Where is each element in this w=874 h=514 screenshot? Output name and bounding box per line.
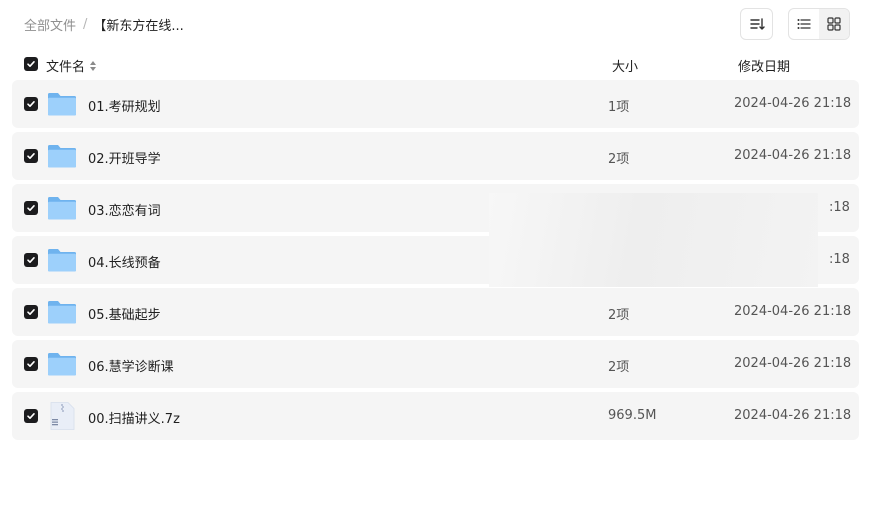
sort-arrows-icon <box>90 60 97 71</box>
breadcrumb-separator: / <box>83 17 88 32</box>
check-icon <box>27 309 35 315</box>
modified-column-header[interactable]: 修改日期 <box>738 56 790 75</box>
file-modified-date: 2024-04-26 21:18 <box>734 148 852 163</box>
file-name[interactable]: 00.扫描讲义.7z <box>88 408 180 427</box>
file-size: 2项 <box>608 308 630 323</box>
sort-button[interactable] <box>740 8 773 40</box>
list-view-icon <box>797 19 811 29</box>
row-checkbox[interactable] <box>24 149 38 163</box>
file-name[interactable]: 02.开班导学 <box>88 148 161 167</box>
view-toggle <box>788 8 850 40</box>
check-icon <box>27 61 35 67</box>
file-modified-date: 2024-04-26 21:18 <box>734 408 852 423</box>
check-icon <box>27 153 35 159</box>
list-view-button[interactable] <box>789 9 819 39</box>
archive-file-icon <box>47 401 77 431</box>
file-size: 2项 <box>608 152 630 167</box>
size-column-header[interactable]: 大小 <box>612 56 638 75</box>
file-modified-date: :18 <box>829 252 850 267</box>
folder-icon <box>47 349 77 379</box>
file-modified-date: 2024-04-26 21:18 <box>734 304 852 319</box>
file-row[interactable]: 01.考研规划 1项 2024-04-26 21:18 <box>12 80 859 128</box>
check-icon <box>27 101 35 107</box>
folder-icon <box>47 141 77 171</box>
file-modified-date: 2024-04-26 21:18 <box>734 356 852 371</box>
file-name[interactable]: 03.恋恋有词 <box>88 200 161 219</box>
select-all-checkbox[interactable] <box>24 57 38 71</box>
breadcrumb-root-link[interactable]: 全部文件 <box>24 15 76 34</box>
breadcrumb: 全部文件 / 【新东方在线... <box>24 15 184 34</box>
file-size: 1项 <box>608 100 630 115</box>
top-bar: 全部文件 / 【新东方在线... <box>0 0 874 48</box>
grid-view-button[interactable] <box>819 9 849 39</box>
row-checkbox[interactable] <box>24 201 38 215</box>
folder-icon <box>47 193 77 223</box>
file-row[interactable]: 05.基础起步 2项 2024-04-26 21:18 <box>12 288 859 336</box>
name-column-header[interactable]: 文件名 <box>46 56 97 75</box>
loading-overlay <box>489 193 818 287</box>
file-name[interactable]: 01.考研规划 <box>88 96 161 115</box>
name-column-label: 文件名 <box>46 60 86 75</box>
file-modified-date: 2024-04-26 21:18 <box>734 96 852 111</box>
check-icon <box>27 205 35 211</box>
check-icon <box>27 361 35 367</box>
check-icon <box>27 257 35 263</box>
file-row[interactable]: 02.开班导学 2项 2024-04-26 21:18 <box>12 132 859 180</box>
sort-list-icon <box>749 18 765 30</box>
row-checkbox[interactable] <box>24 305 38 319</box>
file-row[interactable]: 00.扫描讲义.7z 969.5M 2024-04-26 21:18 <box>12 392 859 440</box>
folder-icon <box>47 297 77 327</box>
file-size: 969.5M <box>608 408 657 423</box>
row-checkbox[interactable] <box>24 357 38 371</box>
row-checkbox[interactable] <box>24 97 38 111</box>
folder-icon <box>47 89 77 119</box>
file-name[interactable]: 05.基础起步 <box>88 304 161 323</box>
breadcrumb-current: 【新东方在线... <box>93 19 184 34</box>
folder-icon <box>47 245 77 275</box>
file-name[interactable]: 04.长线预备 <box>88 252 161 271</box>
file-modified-date: :18 <box>829 200 850 215</box>
grid-view-icon <box>827 17 841 31</box>
file-size: 2项 <box>608 360 630 375</box>
check-icon <box>27 413 35 419</box>
row-checkbox[interactable] <box>24 409 38 423</box>
file-row[interactable]: 06.慧学诊断课 2项 2024-04-26 21:18 <box>12 340 859 388</box>
table-header: 文件名 大小 修改日期 <box>12 51 859 77</box>
file-name[interactable]: 06.慧学诊断课 <box>88 356 174 375</box>
row-checkbox[interactable] <box>24 253 38 267</box>
